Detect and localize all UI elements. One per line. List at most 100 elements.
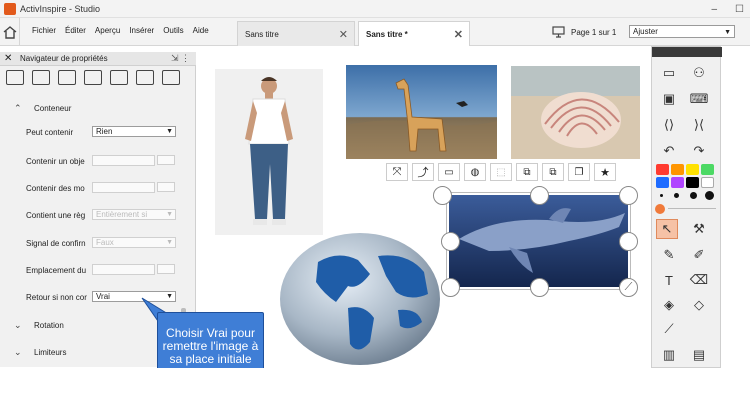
close-tab-icon[interactable]: ✕ [454,28,463,41]
rotate-icon[interactable]: ⤴ [412,163,434,181]
property-label: Contenir des mo [26,184,85,193]
section-limiteurs[interactable]: ⌄ Limiteurs [14,347,66,358]
redo-icon[interactable]: ↷ [688,141,710,161]
menu-outils[interactable]: Outils [163,26,183,35]
width-slider[interactable] [668,208,716,209]
undo-icon[interactable]: ↶ [658,141,680,161]
voting-browser-icon[interactable] [162,70,180,85]
pen-icon[interactable]: ✎ [658,245,680,265]
close-icon[interactable]: ✕ [4,53,12,64]
property-browser-icon[interactable] [110,70,128,85]
resize-icon[interactable]: ⤧ [386,163,408,181]
color-swatch-purple[interactable] [671,177,684,188]
bring-forward-icon[interactable]: ⧉ [516,163,538,181]
page-count: Page 1 sur 1 [571,27,617,37]
title-bar: ActivInspire - Studio – ☐ [0,0,750,18]
translucency-icon[interactable]: ◍ [464,163,486,181]
browse-button[interactable] [157,155,175,165]
signal-confirmation-select[interactable]: Faux ▼ [92,237,176,248]
bottom-area [0,368,750,400]
page-browser-icon[interactable] [6,70,24,85]
toolbox-tools-icon[interactable]: ⚒ [688,219,710,239]
send-backward-icon[interactable]: ⧉ [542,163,564,181]
eraser-icon[interactable]: ⌫ [688,270,710,290]
selection-handle[interactable] [619,232,638,251]
highlighter-icon[interactable]: ✐ [688,245,710,265]
contenir-mots-field[interactable] [92,182,155,193]
contenir-objet-field[interactable] [92,155,155,166]
section-rotation[interactable]: ⌄ Rotation [14,320,64,331]
resource-browser-icon[interactable] [32,70,50,85]
fill-icon[interactable]: ◈ [658,295,680,315]
color-swatch-black[interactable] [686,177,699,188]
menu-fichier[interactable]: Fichier [32,26,56,35]
resource-browser-icon[interactable]: ▤ [688,345,710,365]
tab-sans-titre[interactable]: Sans titre ✕ [237,21,355,46]
window-icon[interactable]: ▭ [438,163,460,181]
pin-icon[interactable]: ⇲ ⋮ [171,53,190,64]
color-swatch-yellow[interactable] [686,164,699,175]
selection-handle[interactable] [530,278,549,297]
field-value: Entièrement si [96,210,148,219]
home-button[interactable] [0,18,20,46]
color-swatch-white[interactable] [701,177,714,188]
globe-image[interactable] [278,232,443,366]
minimize-button[interactable]: – [711,4,717,15]
tab-sans-titre-modified[interactable]: Sans titre * ✕ [358,21,470,46]
chevron-down-icon: ⌄ [14,320,22,330]
menu-aide[interactable]: Aide [193,26,209,35]
pen-width-dot[interactable] [660,194,663,197]
man-image[interactable] [215,69,323,235]
main-menu-icon[interactable]: ▭ [658,63,680,83]
selection-handle[interactable] [441,278,460,297]
chevron-down-icon: ▼ [166,128,173,135]
browse-button[interactable] [157,264,175,274]
toolbox-header[interactable] [652,47,722,57]
color-swatch-red[interactable] [656,164,669,175]
zoom-select[interactable]: Ajuster ▼ [629,25,735,38]
property-navigator-header: ✕ Navigateur de propriétés ⇲ ⋮ [0,52,196,66]
group-icon[interactable]: ⬚ [490,163,512,181]
select-tool-icon[interactable]: ↖ [656,219,678,239]
browse-button[interactable] [157,182,175,192]
previous-page-icon[interactable]: ⟨⟩ [658,115,680,135]
close-tab-icon[interactable]: ✕ [339,28,348,41]
color-swatch-green[interactable] [701,164,714,175]
giraffe-image[interactable] [346,65,497,159]
maximize-button[interactable]: ☐ [735,4,744,15]
notes-browser-icon[interactable] [84,70,102,85]
page-browser-icon[interactable]: ▥ [658,345,680,365]
peut-contenir-select[interactable]: Rien ▼ [92,126,176,137]
object-browser-icon[interactable] [58,70,76,85]
contient-regle-select[interactable]: Entièrement si ▼ [92,209,176,220]
pen-width-dot[interactable] [690,192,697,199]
connector-icon[interactable]: ⟋ [658,319,680,339]
section-label: Limiteurs [34,348,67,357]
desktop-annotate-icon[interactable]: ▣ [658,89,680,109]
selection-handle[interactable] [441,232,460,251]
menu-inserer[interactable]: Insérer [129,26,154,35]
action-browser-icon[interactable] [136,70,154,85]
resize-handle-icon[interactable]: ⟋ [619,278,638,297]
user-switch-icon[interactable]: ⚇ [688,63,710,83]
emplacement-field[interactable] [92,264,155,275]
selection-handle[interactable] [530,186,549,205]
shell-image[interactable] [511,66,640,159]
desktop-tools-icon[interactable]: ⌨ [688,89,710,109]
color-swatch-orange[interactable] [671,164,684,175]
selection-handle[interactable] [619,186,638,205]
presenter-icon[interactable] [552,26,565,38]
section-conteneur[interactable]: ⌃ Conteneur [14,103,71,114]
menu-apercu[interactable]: Aperçu [95,26,120,35]
next-page-icon[interactable]: ⟩⟨ [688,115,710,135]
star-icon[interactable]: ★ [594,163,616,181]
color-swatch-blue[interactable] [656,177,669,188]
selected-color-indicator[interactable] [655,204,665,214]
pen-width-dot[interactable] [705,191,714,200]
duplicate-icon[interactable]: ❐ [568,163,590,181]
selection-handle[interactable] [433,186,452,205]
menu-editer[interactable]: Éditer [65,26,86,35]
text-icon[interactable]: T [658,270,680,290]
shapes-icon[interactable]: ◇ [688,295,710,315]
pen-width-dot[interactable] [674,193,679,198]
